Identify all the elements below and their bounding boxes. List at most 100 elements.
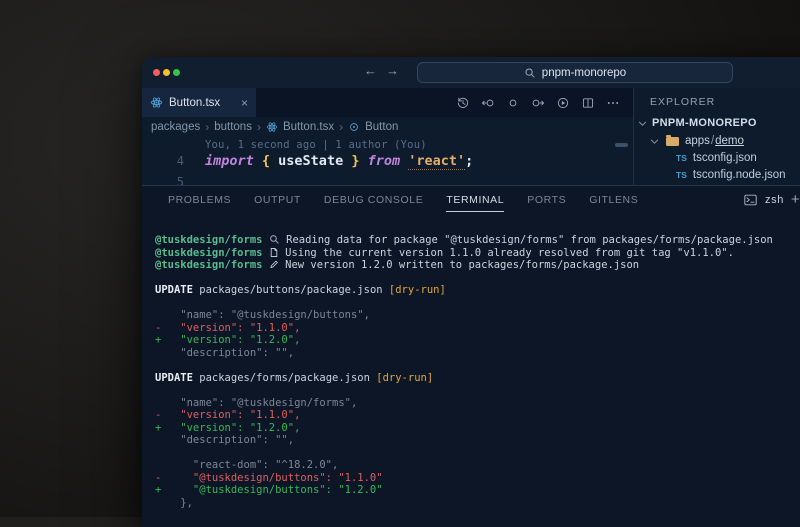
terminal-line: UPDATE packages/forms/package.json [dry-…	[155, 372, 800, 385]
chevron-right-icon: ›	[339, 120, 343, 134]
editor-column: Button.tsx ×	[142, 88, 633, 185]
text-segment: useState	[278, 153, 343, 169]
tab-problems[interactable]: PROBLEMS	[168, 194, 231, 206]
split-editor-icon[interactable]	[581, 96, 595, 110]
terminal-line: @tuskdesign/forms Reading data for packa…	[155, 234, 800, 247]
text-segment: UPDATE	[155, 284, 193, 296]
tab-debug-console[interactable]: DEBUG CONSOLE	[324, 194, 423, 206]
breadcrumb-item-packages[interactable]: packages	[151, 121, 200, 133]
timeline-history-icon[interactable]	[456, 96, 470, 110]
explorer-file-tsconfig[interactable]: TS tsconfig.json	[676, 152, 757, 164]
typescript-icon: TS	[676, 153, 687, 163]
text-segment: "name": "@tuskdesign/forms",	[155, 397, 357, 409]
run-icon[interactable]	[556, 96, 570, 110]
next-change-icon[interactable]	[531, 96, 545, 110]
code-editor[interactable]: You, 1 second ago | 1 author (You) 4 imp…	[142, 137, 633, 185]
text-segment: Reading data for package "@tuskdesign/fo…	[280, 234, 773, 246]
search-icon	[269, 234, 280, 246]
shell-name[interactable]: zsh	[765, 194, 784, 206]
line-number: 4	[142, 151, 184, 171]
terminal-line	[155, 297, 800, 310]
text-segment: New version 1.2.0 written to packages/fo…	[279, 259, 639, 271]
close-window-button[interactable]	[153, 69, 160, 76]
code-line-content[interactable]: import { useState } from 'react';	[205, 151, 473, 171]
text-segment: Using the current version 1.1.0 already …	[279, 247, 734, 259]
change-icon[interactable]	[506, 96, 520, 110]
text-segment: {	[262, 153, 278, 169]
tab-ports[interactable]: PORTS	[527, 194, 566, 206]
git-blame-annotation: You, 1 second ago | 1 author (You)	[205, 139, 427, 151]
explorer-root-folder[interactable]: PNPM-MONOREPO	[637, 117, 757, 129]
explorer-header[interactable]: EXPLORER	[650, 96, 715, 108]
file-label: tsconfig.json	[693, 152, 757, 164]
text-segment: "description": "",	[155, 434, 294, 446]
more-actions-icon[interactable]	[606, 96, 620, 110]
text-segment: @tuskdesign/forms	[155, 234, 262, 246]
terminal-icon[interactable]	[743, 193, 758, 207]
traffic-lights	[153, 69, 180, 76]
tab-output[interactable]: OUTPUT	[254, 194, 301, 206]
tab-title: Button.tsx	[169, 97, 220, 109]
search-icon	[524, 67, 536, 79]
terminal-line: "react-dom": "^18.2.0",	[155, 459, 800, 472]
pencil-icon	[269, 259, 279, 271]
code-line-5-clipped: 5	[142, 174, 202, 185]
text-segment: - "version": "1.1.0",	[155, 409, 300, 421]
history-nav: ← →	[364, 63, 399, 78]
terminal-line: "name": "@tuskdesign/forms",	[155, 397, 800, 410]
text-segment: "description": "",	[155, 347, 294, 359]
terminal-line: + "version": "1.2.0",	[155, 422, 800, 435]
terminal-line	[155, 384, 800, 397]
terminal-line: + "@tuskdesign/buttons": "1.2.0"	[155, 484, 800, 497]
scrollbar-thumb[interactable]	[615, 143, 628, 147]
breadcrumb-item-file[interactable]: Button.tsx	[283, 121, 334, 133]
editor-actions	[456, 96, 620, 110]
zoom-window-button[interactable]	[173, 69, 180, 76]
chevron-down-icon	[637, 118, 648, 129]
breadcrumb-item-buttons[interactable]: buttons	[214, 121, 252, 133]
text-segment: 'react'	[408, 153, 465, 170]
back-icon[interactable]: ←	[364, 63, 377, 78]
text-segment: packages/buttons/package.json	[193, 284, 389, 296]
terminal-line	[155, 272, 800, 285]
file-label: tsconfig.node.json	[693, 169, 786, 181]
tab-gitlens[interactable]: GITLENS	[589, 194, 638, 206]
line-number: 5	[142, 174, 184, 185]
text-segment: import	[205, 153, 262, 169]
terminal-line: "description": "",	[155, 434, 800, 447]
text-segment: ;	[465, 153, 473, 169]
forward-icon[interactable]: →	[386, 63, 399, 78]
new-terminal-icon[interactable]: +	[791, 191, 800, 208]
text-segment: @tuskdesign/forms	[155, 247, 262, 259]
terminal-output[interactable]: @tuskdesign/forms Reading data for packa…	[142, 234, 800, 509]
folder-icon	[666, 137, 679, 146]
bottom-panel: PROBLEMS OUTPUT DEBUG CONSOLE TERMINAL P…	[142, 185, 800, 527]
file-icon	[269, 247, 279, 259]
text-segment: + "@tuskdesign/buttons": "1.2.0"	[155, 484, 383, 496]
symbol-class-icon	[348, 121, 360, 133]
text-segment: "react-dom": "^18.2.0",	[155, 459, 338, 471]
terminal-line: + "version": "1.2.0",	[155, 334, 800, 347]
editor-region: Button.tsx ×	[142, 88, 800, 185]
react-icon	[150, 96, 163, 109]
text-segment: + "version": "1.2.0",	[155, 422, 300, 434]
close-tab-icon[interactable]: ×	[241, 97, 248, 109]
explorer-sidebar: EXPLORER PNPM-MONOREPO apps/demo TS tsco…	[634, 88, 800, 185]
tab-button-tsx[interactable]: Button.tsx ×	[142, 88, 256, 117]
tab-terminal[interactable]: TERMINAL	[446, 194, 504, 212]
terminal-line	[155, 447, 800, 460]
text-segment: },	[155, 497, 193, 509]
text-segment: - "version": "1.1.0",	[155, 322, 300, 334]
explorer-file-tsconfig-node[interactable]: TS tsconfig.node.json	[676, 169, 786, 181]
vscode-window: ← → pnpm-monorepo	[142, 57, 800, 527]
previous-change-icon[interactable]	[481, 96, 495, 110]
breadcrumb-item-symbol[interactable]: Button	[365, 121, 398, 133]
command-center-search[interactable]: pnpm-monorepo	[417, 62, 733, 83]
text-segment: [dry-run]	[376, 372, 433, 384]
minimize-window-button[interactable]	[163, 69, 170, 76]
text-segment: [dry-run]	[389, 284, 446, 296]
text-segment: UPDATE	[155, 372, 193, 384]
explorer-folder-apps-demo[interactable]: apps/demo	[649, 135, 744, 147]
react-icon	[266, 121, 278, 133]
text-segment: packages/forms/package.json	[193, 372, 376, 384]
